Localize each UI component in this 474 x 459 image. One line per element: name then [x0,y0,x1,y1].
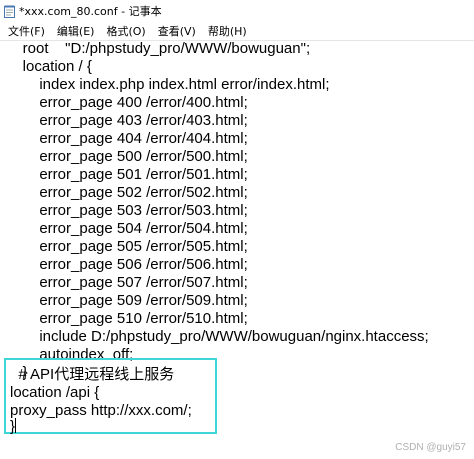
editor-line: error_page 504 /error/504.html; [6,220,248,237]
editor-line: root "D:/phpstudy_pro/WWW/bowuguan"; [6,40,311,57]
editor-line: include D:/phpstudy_pro/WWW/bowuguan/ngi… [6,328,429,345]
editor-line: error_page 503 /error/503.html; [6,202,248,219]
editor-line: error_page 403 /error/403.html; [6,112,248,129]
editor-line: error_page 501 /error/501.html; [6,166,248,183]
editor-line-last: } [10,418,17,436]
menu-bar: 文件(F) 编辑(E) 格式(O) 查看(V) 帮助(H) [0,22,474,41]
editor-line: index index.php index.html error/index.h… [6,76,330,93]
editor-line: error_page 510 /error/510.html; [6,310,248,327]
menu-view[interactable]: 查看(V) [152,23,202,39]
menu-format[interactable]: 格式(O) [100,23,151,39]
editor-line: error_page 500 /error/500.html; [6,148,248,165]
title-bar: *xxx.com_80.conf - 记事本 [0,0,474,22]
editor-line: error_page 509 /error/509.html; [6,292,248,309]
editor-line: location / { [6,58,92,75]
menu-help[interactable]: 帮助(H) [202,23,253,39]
editor-line: error_page 505 /error/505.html; [6,238,248,255]
menu-edit[interactable]: 编辑(E) [51,23,101,39]
editor-line: error_page 502 /error/502.html; [6,184,248,201]
editor-line: # API代理远程线上服务 [10,366,175,383]
notepad-window: *xxx.com_80.conf - 记事本 文件(F) 编辑(E) 格式(O)… [0,0,474,459]
editor-line: error_page 404 /error/404.html; [6,130,248,147]
text-caret [15,418,17,433]
editor-line: error_page 400 /error/400.html; [6,94,248,111]
menu-file[interactable]: 文件(F) [2,23,51,39]
notepad-icon [4,5,15,18]
editor-line: location /api { [10,384,100,401]
watermark: CSDN @guyi57 [395,442,466,453]
window-title: *xxx.com_80.conf - 记事本 [19,5,162,18]
text-editor-area[interactable]: root "D:/phpstudy_pro/WWW/bowuguan"; loc… [0,40,474,459]
editor-line: error_page 507 /error/507.html; [6,274,248,291]
editor-line: proxy_pass http://xxx.com/; [10,402,192,419]
editor-line: error_page 506 /error/506.html; [6,256,248,273]
